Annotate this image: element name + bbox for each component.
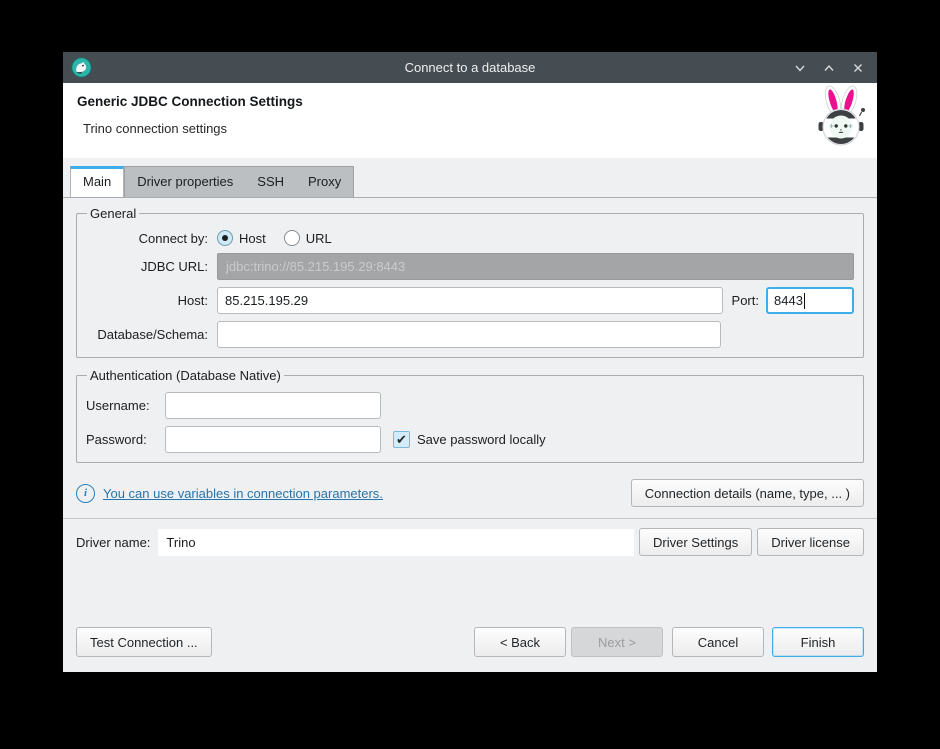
save-password-label[interactable]: Save password locally: [417, 432, 546, 447]
password-row: Password: ✔ Save password locally: [86, 426, 854, 453]
jdbc-url-field: jdbc:trino://85.215.195.29:8443: [217, 253, 854, 280]
page-title: Generic JDBC Connection Settings: [77, 94, 863, 109]
horizontal-separator: [63, 518, 877, 519]
database-label: Database/Schema:: [86, 327, 208, 342]
authentication-group-legend: Authentication (Database Native): [87, 368, 284, 383]
username-input[interactable]: [165, 392, 381, 419]
titlebar[interactable]: Connect to a database: [63, 52, 877, 83]
back-button[interactable]: < Back: [474, 627, 566, 657]
general-group: General Connect by: Host URL JDBC URL: j…: [76, 206, 864, 358]
window-title: Connect to a database: [405, 60, 536, 75]
page-subtitle: Trino connection settings: [77, 121, 863, 136]
main-tab-content: General Connect by: Host URL JDBC URL: j…: [63, 198, 877, 507]
driver-name-value: Trino: [158, 529, 634, 556]
database-row: Database/Schema:: [86, 321, 854, 348]
radio-host-label[interactable]: Host: [239, 231, 266, 246]
radio-url[interactable]: [284, 230, 300, 246]
radio-url-label[interactable]: URL: [306, 231, 332, 246]
maximize-button[interactable]: [822, 61, 836, 75]
info-row: i You can use variables in connection pa…: [76, 479, 864, 507]
port-value: 8443: [774, 293, 803, 308]
port-label: Port:: [732, 293, 759, 308]
username-label: Username:: [86, 398, 159, 413]
general-group-legend: General: [87, 206, 139, 221]
host-port-row: Host: Port: 8443: [86, 287, 854, 314]
dialog-header: Generic JDBC Connection Settings Trino c…: [63, 83, 877, 158]
inactive-tab-group: Driver properties SSH Proxy: [124, 166, 354, 197]
username-row: Username:: [86, 392, 854, 419]
tab-bar: Main Driver properties SSH Proxy: [63, 158, 877, 198]
cancel-button[interactable]: Cancel: [672, 627, 764, 657]
minimize-button[interactable]: [793, 61, 807, 75]
radio-host[interactable]: [217, 230, 233, 246]
save-password-checkbox[interactable]: ✔: [393, 431, 410, 448]
variables-help-link[interactable]: You can use variables in connection para…: [103, 486, 383, 501]
driver-license-button[interactable]: Driver license: [757, 528, 864, 556]
password-label: Password:: [86, 432, 159, 447]
finish-button[interactable]: Finish: [772, 627, 864, 657]
close-button[interactable]: [851, 61, 865, 75]
text-caret: [804, 293, 805, 309]
driver-name-label: Driver name:: [76, 535, 150, 550]
dbeaver-app-icon: [71, 57, 92, 78]
info-icon: i: [76, 484, 95, 503]
tab-proxy[interactable]: Proxy: [296, 167, 353, 197]
host-input[interactable]: [217, 287, 723, 314]
connect-by-row: Connect by: Host URL: [86, 230, 854, 246]
connection-details-button[interactable]: Connection details (name, type, ... ): [631, 479, 864, 507]
tab-main[interactable]: Main: [70, 166, 124, 197]
connect-by-label: Connect by:: [86, 231, 208, 246]
next-button: Next >: [571, 627, 663, 657]
host-label: Host:: [86, 293, 208, 308]
connect-to-database-dialog: Connect to a database Generic JDBC Conne…: [63, 52, 877, 672]
port-input[interactable]: 8443: [766, 287, 854, 314]
window-controls: [793, 52, 865, 83]
dialog-button-bar: Test Connection ... < Back Next > Cancel…: [63, 627, 877, 657]
trino-bunny-logo-icon: [816, 84, 868, 150]
tab-ssh[interactable]: SSH: [245, 167, 296, 197]
driver-row: Driver name: Trino Driver Settings Drive…: [63, 528, 877, 556]
database-input[interactable]: [217, 321, 721, 348]
tab-driver-properties[interactable]: Driver properties: [125, 167, 245, 197]
test-connection-button[interactable]: Test Connection ...: [76, 627, 212, 657]
jdbc-url-row: JDBC URL: jdbc:trino://85.215.195.29:844…: [86, 253, 854, 280]
driver-settings-button[interactable]: Driver Settings: [639, 528, 752, 556]
jdbc-url-label: JDBC URL:: [86, 259, 208, 274]
authentication-group: Authentication (Database Native) Usernam…: [76, 368, 864, 463]
password-input[interactable]: [165, 426, 381, 453]
